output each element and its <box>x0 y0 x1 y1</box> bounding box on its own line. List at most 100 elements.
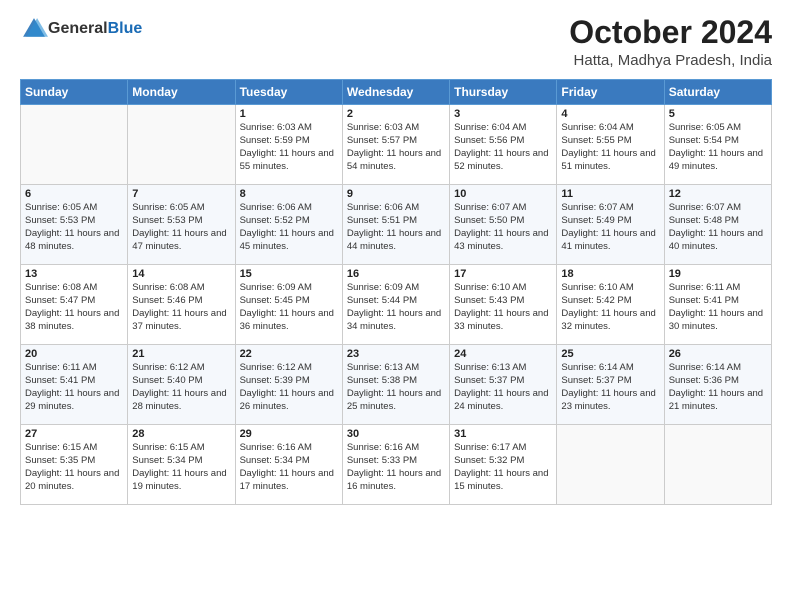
header-row: Sunday Monday Tuesday Wednesday Thursday… <box>21 80 772 105</box>
month-title: October 2024 <box>569 15 772 50</box>
calendar-cell: 28 Sunrise: 6:15 AM Sunset: 5:34 PM Dayli… <box>128 425 235 505</box>
calendar-cell: 4 Sunrise: 6:04 AM Sunset: 5:55 PM Daylig… <box>557 105 664 185</box>
day-number: 2 <box>347 108 445 120</box>
calendar-cell: 18Sunrise: 6:10 AM Sunset: 5:42 PM Dayli… <box>557 265 664 345</box>
cell-info: Sunrise: 6:03 AM Sunset: 5:57 PM Dayligh… <box>347 122 445 173</box>
day-number: 21 <box>132 348 230 360</box>
day-number: 20 <box>25 348 123 360</box>
calendar-cell: 1 Sunrise: 6:03 AM Sunset: 5:59 PM Daylig… <box>235 105 342 185</box>
calendar-cell: 23 Sunrise: 6:13 AM Sunset: 5:38 PM Dayli… <box>342 345 449 425</box>
calendar-week-2: 6 Sunrise: 6:05 AM Sunset: 5:53 PM Daylig… <box>21 185 772 265</box>
calendar-cell: 22 Sunrise: 6:12 AM Sunset: 5:39 PM Dayli… <box>235 345 342 425</box>
cell-info: Sunrise: 6:08 AM Sunset: 5:47 PM Dayligh… <box>25 282 123 333</box>
day-number: 23 <box>347 348 445 360</box>
calendar-cell <box>21 105 128 185</box>
cell-info: Sunrise: 6:15 AM Sunset: 5:34 PM Dayligh… <box>132 442 230 493</box>
day-number: 8 <box>240 188 338 200</box>
day-number: 19 <box>669 268 767 280</box>
day-number: 27 <box>25 428 123 440</box>
calendar-week-1: 1 Sunrise: 6:03 AM Sunset: 5:59 PM Daylig… <box>21 105 772 185</box>
calendar-week-3: 13Sunrise: 6:08 AM Sunset: 5:47 PM Dayli… <box>21 265 772 345</box>
logo-general-text: General <box>48 20 108 37</box>
logo-icon <box>20 15 48 43</box>
calendar-cell: 6Sunrise: 6:05 AM Sunset: 5:53 PM Daylig… <box>21 185 128 265</box>
calendar-cell: 17 Sunrise: 6:10 AM Sunset: 5:43 PM Dayli… <box>450 265 557 345</box>
cell-info: Sunrise: 6:13 AM Sunset: 5:38 PM Dayligh… <box>347 362 445 413</box>
day-number: 12 <box>669 188 767 200</box>
cell-info: Sunrise: 6:17 AM Sunset: 5:32 PM Dayligh… <box>454 442 552 493</box>
cell-info: Sunrise: 6:14 AM Sunset: 5:37 PM Dayligh… <box>561 362 659 413</box>
calendar-cell: 21 Sunrise: 6:12 AM Sunset: 5:40 PM Dayli… <box>128 345 235 425</box>
day-number: 11 <box>561 188 659 200</box>
day-number: 3 <box>454 108 552 120</box>
title-section: October 2024 Hatta, Madhya Pradesh, Indi… <box>569 15 772 69</box>
cell-info: Sunrise: 6:03 AM Sunset: 5:59 PM Dayligh… <box>240 122 338 173</box>
day-number: 16 <box>347 268 445 280</box>
day-number: 5 <box>669 108 767 120</box>
day-number: 1 <box>240 108 338 120</box>
calendar-cell: 20Sunrise: 6:11 AM Sunset: 5:41 PM Dayli… <box>21 345 128 425</box>
cell-info: Sunrise: 6:12 AM Sunset: 5:40 PM Dayligh… <box>132 362 230 413</box>
cell-info: Sunrise: 6:14 AM Sunset: 5:36 PM Dayligh… <box>669 362 767 413</box>
cell-info: Sunrise: 6:10 AM Sunset: 5:43 PM Dayligh… <box>454 282 552 333</box>
day-number: 14 <box>132 268 230 280</box>
cell-info: Sunrise: 6:08 AM Sunset: 5:46 PM Dayligh… <box>132 282 230 333</box>
calendar-cell: 26 Sunrise: 6:14 AM Sunset: 5:36 PM Dayli… <box>664 345 771 425</box>
calendar-cell: 8 Sunrise: 6:06 AM Sunset: 5:52 PM Daylig… <box>235 185 342 265</box>
day-number: 29 <box>240 428 338 440</box>
calendar-cell: 5 Sunrise: 6:05 AM Sunset: 5:54 PM Daylig… <box>664 105 771 185</box>
cell-info: Sunrise: 6:07 AM Sunset: 5:50 PM Dayligh… <box>454 202 552 253</box>
cell-info: Sunrise: 6:07 AM Sunset: 5:48 PM Dayligh… <box>669 202 767 253</box>
calendar-cell: 11 Sunrise: 6:07 AM Sunset: 5:49 PM Dayli… <box>557 185 664 265</box>
cell-info: Sunrise: 6:05 AM Sunset: 5:53 PM Dayligh… <box>132 202 230 253</box>
location-title: Hatta, Madhya Pradesh, India <box>569 52 772 69</box>
day-number: 4 <box>561 108 659 120</box>
day-number: 30 <box>347 428 445 440</box>
day-number: 31 <box>454 428 552 440</box>
day-number: 17 <box>454 268 552 280</box>
cell-info: Sunrise: 6:05 AM Sunset: 5:54 PM Dayligh… <box>669 122 767 173</box>
calendar-cell: 15 Sunrise: 6:09 AM Sunset: 5:45 PM Dayli… <box>235 265 342 345</box>
calendar-cell: 7 Sunrise: 6:05 AM Sunset: 5:53 PM Daylig… <box>128 185 235 265</box>
cell-info: Sunrise: 6:12 AM Sunset: 5:39 PM Dayligh… <box>240 362 338 413</box>
cell-info: Sunrise: 6:09 AM Sunset: 5:44 PM Dayligh… <box>347 282 445 333</box>
calendar-cell: 3Sunrise: 6:04 AM Sunset: 5:56 PM Daylig… <box>450 105 557 185</box>
calendar-cell <box>664 425 771 505</box>
day-number: 28 <box>132 428 230 440</box>
calendar-cell: 27 Sunrise: 6:15 AM Sunset: 5:35 PM Dayli… <box>21 425 128 505</box>
col-sunday: Sunday <box>21 80 128 105</box>
cell-info: Sunrise: 6:07 AM Sunset: 5:49 PM Dayligh… <box>561 202 659 253</box>
calendar-cell: 19 Sunrise: 6:11 AM Sunset: 5:41 PM Dayli… <box>664 265 771 345</box>
calendar-cell: 25 Sunrise: 6:14 AM Sunset: 5:37 PM Dayli… <box>557 345 664 425</box>
calendar-cell: 31 Sunrise: 6:17 AM Sunset: 5:32 PM Dayli… <box>450 425 557 505</box>
cell-info: Sunrise: 6:04 AM Sunset: 5:55 PM Dayligh… <box>561 122 659 173</box>
day-number: 25 <box>561 348 659 360</box>
cell-info: Sunrise: 6:06 AM Sunset: 5:51 PM Dayligh… <box>347 202 445 253</box>
day-number: 9 <box>347 188 445 200</box>
cell-info: Sunrise: 6:15 AM Sunset: 5:35 PM Dayligh… <box>25 442 123 493</box>
calendar-cell: 2 Sunrise: 6:03 AM Sunset: 5:57 PM Daylig… <box>342 105 449 185</box>
cell-info: Sunrise: 6:09 AM Sunset: 5:45 PM Dayligh… <box>240 282 338 333</box>
calendar-cell: 30 Sunrise: 6:16 AM Sunset: 5:33 PM Dayli… <box>342 425 449 505</box>
calendar-cell: 9 Sunrise: 6:06 AM Sunset: 5:51 PM Daylig… <box>342 185 449 265</box>
cell-info: Sunrise: 6:11 AM Sunset: 5:41 PM Dayligh… <box>669 282 767 333</box>
cell-info: Sunrise: 6:13 AM Sunset: 5:37 PM Dayligh… <box>454 362 552 413</box>
day-number: 15 <box>240 268 338 280</box>
col-tuesday: Tuesday <box>235 80 342 105</box>
calendar-cell <box>557 425 664 505</box>
calendar-cell <box>128 105 235 185</box>
day-number: 6 <box>25 188 123 200</box>
col-monday: Monday <box>128 80 235 105</box>
day-number: 26 <box>669 348 767 360</box>
calendar-cell: 16 Sunrise: 6:09 AM Sunset: 5:44 PM Dayli… <box>342 265 449 345</box>
header: GeneralBlue October 2024 Hatta, Madhya P… <box>20 15 772 69</box>
cell-info: Sunrise: 6:16 AM Sunset: 5:33 PM Dayligh… <box>347 442 445 493</box>
day-number: 22 <box>240 348 338 360</box>
day-number: 24 <box>454 348 552 360</box>
cell-info: Sunrise: 6:10 AM Sunset: 5:42 PM Dayligh… <box>561 282 659 333</box>
cell-info: Sunrise: 6:06 AM Sunset: 5:52 PM Dayligh… <box>240 202 338 253</box>
calendar-cell: 12 Sunrise: 6:07 AM Sunset: 5:48 PM Dayli… <box>664 185 771 265</box>
day-number: 7 <box>132 188 230 200</box>
cell-info: Sunrise: 6:16 AM Sunset: 5:34 PM Dayligh… <box>240 442 338 493</box>
col-wednesday: Wednesday <box>342 80 449 105</box>
